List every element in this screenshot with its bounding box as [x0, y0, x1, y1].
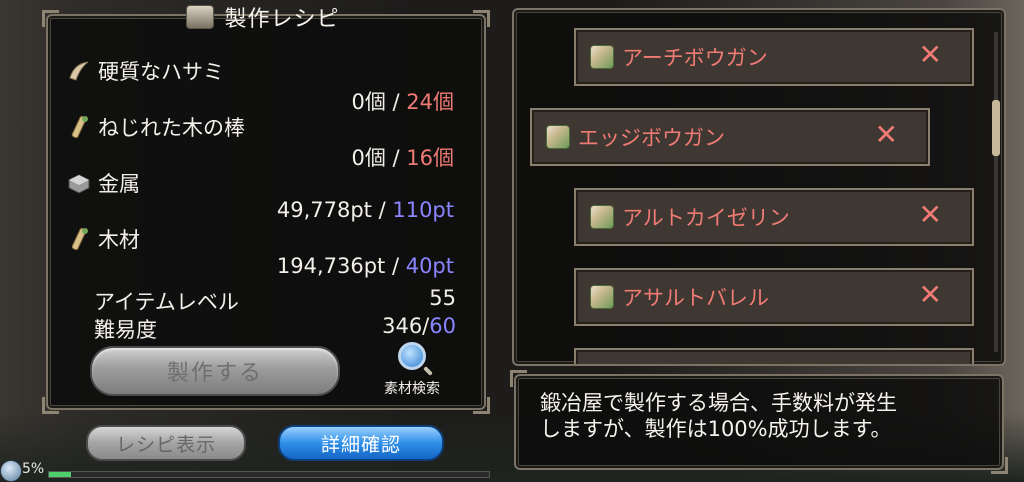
recipe-list-item[interactable]: アーチボウガン ✕ [574, 28, 974, 86]
frame-corner [510, 370, 527, 387]
material-quantity: 49,778pt / 110pt [276, 198, 454, 222]
crossbow-icon [590, 45, 614, 69]
exp-orb-icon [0, 460, 22, 482]
message-box: 鍛冶屋で製作する場合、手数料が発生 しますが、製作は100%成功します。 [510, 370, 1008, 474]
crossbow-icon [590, 205, 614, 229]
message-text: 鍛冶屋で製作する場合、手数料が発生 しますが、製作は100%成功します。 [540, 390, 990, 442]
unavailable-mark: ✕ [918, 38, 942, 71]
metal-ingot-icon [68, 174, 90, 194]
frame-corner [993, 10, 1004, 21]
recipe-item-name: アルトカイゼリン [622, 206, 790, 230]
crossbow-icon [590, 365, 614, 366]
panel-title: 製作レシピ [158, 0, 368, 34]
recipe-list-item[interactable]: アルトカイゼリン ✕ [574, 188, 974, 246]
material-name: ねじれた木の棒 [98, 116, 245, 140]
exp-percent: 5% [22, 461, 45, 477]
exp-progress-fill [49, 472, 71, 477]
craft-button[interactable]: 製作する [90, 346, 340, 396]
anvil-icon [186, 5, 215, 29]
message-line: 鍛冶屋で製作する場合、手数料が発生 [540, 391, 897, 415]
crossbow-icon [590, 285, 614, 309]
material-search-label: 素材検索 [384, 381, 440, 397]
unavailable-mark: ✕ [918, 198, 942, 231]
material-quantity: 194,736pt / 40pt [276, 254, 454, 278]
difficulty-label: 難易度 [94, 318, 157, 342]
lumber-icon [71, 227, 88, 251]
detail-confirm-button[interactable]: 詳細確認 [278, 425, 444, 461]
item-level-label: アイテムレベル [94, 290, 239, 314]
material-search-button[interactable]: 素材検索 [372, 342, 452, 402]
recipe-item-name: エッジボウガン [578, 126, 725, 150]
unavailable-mark: ✕ [918, 278, 942, 311]
material-name: 木材 [98, 228, 140, 252]
panel-title-text: 製作レシピ [224, 7, 340, 32]
recipe-panel: 製作レシピ 硬質なハサミ 0個 / 24個 ねじれた木の棒 0個 / 16個 金… [42, 5, 490, 414]
recipe-display-button[interactable]: レシピ表示 [86, 425, 246, 461]
material-row: ねじれた木の棒 0個 / 16個 [66, 112, 466, 170]
item-level-value: 55 [429, 286, 456, 310]
material-row: 金属 49,778pt / 110pt [66, 168, 466, 224]
claw-icon [69, 61, 89, 81]
crossbow-icon [546, 125, 570, 149]
magnifier-icon [398, 342, 426, 370]
recipe-list-scrollbar[interactable] [994, 32, 998, 352]
message-line: しますが、製作は100%成功します。 [540, 417, 892, 441]
frame-corner [991, 457, 1008, 474]
recipe-list-item-partial[interactable] [574, 348, 974, 366]
scrollbar-thumb[interactable] [992, 100, 1000, 156]
recipe-item-name: アサルトバレル [622, 286, 769, 310]
frame-corner [514, 10, 525, 21]
material-row: 硬質なハサミ 0個 / 24個 [66, 56, 466, 114]
frame-corner [473, 397, 490, 414]
wood-stick-icon [71, 115, 88, 139]
material-name: 硬質なハサミ [98, 60, 224, 84]
frame-corner [473, 10, 490, 27]
material-name: 金属 [98, 172, 140, 196]
exp-progress-bar [48, 471, 490, 478]
recipe-list-panel: アーチボウガン ✕ エッジボウガン ✕ アルトカイゼリン ✕ アサルトバレル ✕ [512, 8, 1006, 366]
recipe-list-item-selected[interactable]: エッジボウガン ✕ [530, 108, 930, 166]
difficulty-value: 346/60 [382, 314, 456, 338]
frame-corner [42, 397, 59, 414]
recipe-item-name: アーチボウガン [622, 46, 768, 70]
frame-corner [42, 10, 59, 27]
recipe-list-item[interactable]: アサルトバレル ✕ [574, 268, 974, 326]
material-row: 木材 194,736pt / 40pt [66, 224, 466, 280]
unavailable-mark: ✕ [874, 118, 898, 151]
